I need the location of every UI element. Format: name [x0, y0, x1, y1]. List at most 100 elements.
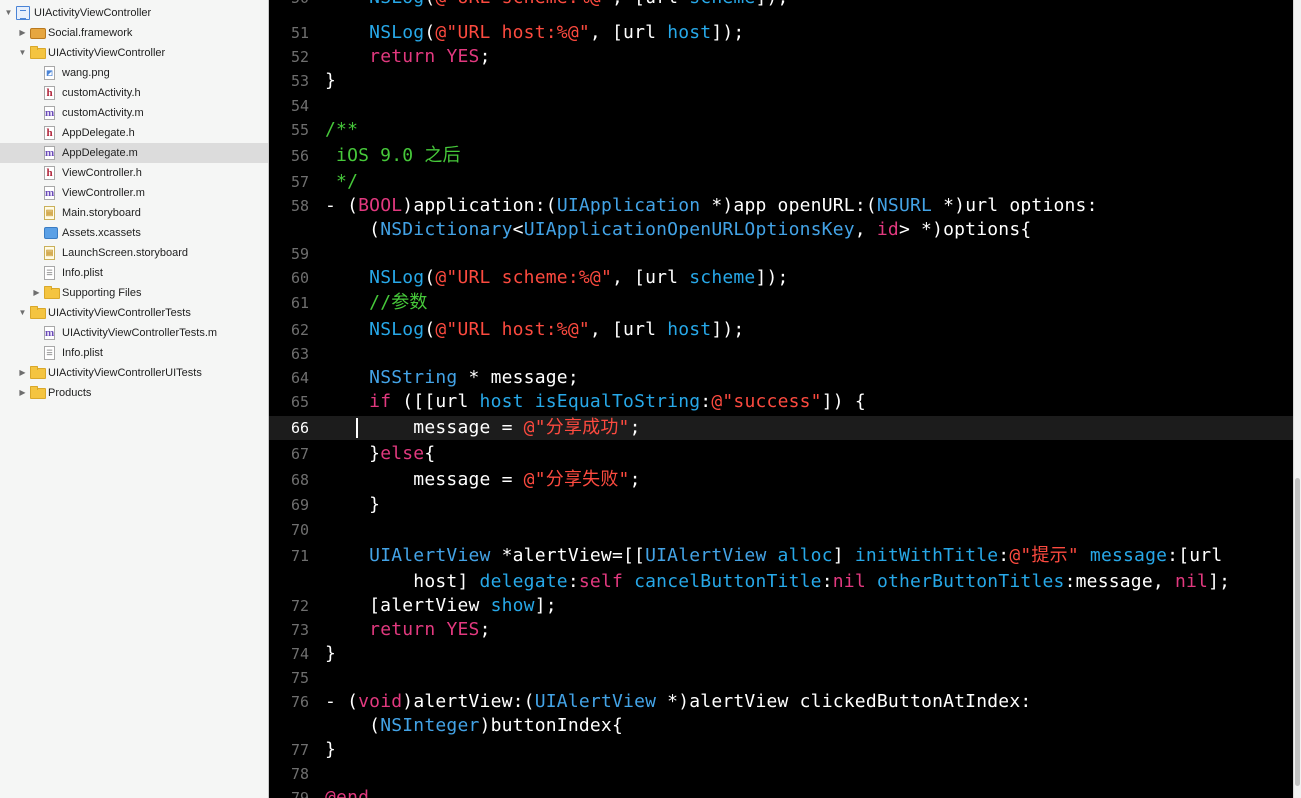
- scrollbar-thumb[interactable]: [1295, 478, 1300, 786]
- code-token-plain: }: [325, 643, 337, 664]
- code-line-73[interactable]: 73 return YES;: [269, 618, 1293, 642]
- code-line-79[interactable]: 79 @end: [269, 786, 1293, 798]
- code-text[interactable]: (NSInteger)buttonIndex{: [325, 714, 623, 738]
- code-line-continuation[interactable]: (NSDictionary<UIApplicationOpenURLOption…: [269, 218, 1293, 242]
- navigator-item[interactable]: ▶ Supporting Files: [0, 283, 268, 303]
- code-text[interactable]: return YES;: [325, 618, 491, 642]
- code-text[interactable]: if ([[url host isEqualToString:@"success…: [325, 390, 866, 414]
- code-text[interactable]: NSLog(@"URL scheme:%@", [url scheme]);: [325, 266, 789, 290]
- code-text[interactable]: (NSDictionary<UIApplicationOpenURLOption…: [325, 218, 1031, 242]
- code-line-50[interactable]: 50 NSLog(@"URL scheme:%@", [url scheme])…: [269, 0, 1293, 10]
- code-text[interactable]: host] delegate:self cancelButtonTitle:ni…: [325, 570, 1230, 594]
- code-line-66[interactable]: 66 message = @"分享成功";: [269, 416, 1293, 440]
- navigator-item[interactable]: ☰ Info.plist: [0, 263, 268, 283]
- code-line-65[interactable]: 65 if ([[url host isEqualToString:@"succ…: [269, 390, 1293, 414]
- navigator-item-label: Info.plist: [62, 267, 103, 279]
- navigator-item[interactable]: ▶ Social.framework: [0, 23, 268, 43]
- code-text[interactable]: iOS 9.0 之后: [325, 144, 461, 168]
- disclosure-closed-icon[interactable]: ▶: [18, 388, 27, 397]
- navigator-item[interactable]: ▶ Products: [0, 383, 268, 403]
- code-text[interactable]: }: [325, 642, 336, 666]
- code-text[interactable]: message = @"分享失败";: [325, 468, 641, 492]
- navigator-item[interactable]: ▤ LaunchScreen.storyboard: [0, 243, 268, 263]
- code-line-57[interactable]: 57 */: [269, 170, 1293, 194]
- code-text[interactable]: }else{: [325, 442, 435, 466]
- code-line-continuation[interactable]: host] delegate:self cancelButtonTitle:ni…: [269, 570, 1293, 594]
- disclosure-open-icon[interactable]: ▼: [4, 8, 13, 17]
- navigator-item[interactable]: h ViewController.h: [0, 163, 268, 183]
- code-line-75[interactable]: 75: [269, 666, 1293, 690]
- code-line-70[interactable]: 70: [269, 518, 1293, 542]
- navigator-item[interactable]: ▼ UIActivityViewController: [0, 3, 268, 23]
- code-text[interactable]: - (BOOL)application:(UIApplication *)app…: [325, 194, 1098, 218]
- code-token-string: @"URL host:%@": [435, 319, 590, 340]
- code-line-51[interactable]: 51 NSLog(@"URL host:%@", [url host]);: [269, 21, 1293, 45]
- code-line-59[interactable]: 59: [269, 242, 1293, 266]
- disclosure-open-icon[interactable]: ▼: [18, 308, 27, 317]
- storyboard-file-icon: ▤: [44, 246, 55, 260]
- code-text[interactable]: }: [325, 69, 336, 93]
- code-text[interactable]: return YES;: [325, 45, 491, 69]
- code-line-62[interactable]: 62 NSLog(@"URL host:%@", [url host]);: [269, 318, 1293, 342]
- code-line-68[interactable]: 68 message = @"分享失败";: [269, 468, 1293, 492]
- code-line-67[interactable]: 67 }else{: [269, 442, 1293, 466]
- navigator-item[interactable]: h customActivity.h: [0, 83, 268, 103]
- disclosure-closed-icon[interactable]: ▶: [18, 368, 27, 377]
- code-text[interactable]: NSLog(@"URL host:%@", [url host]);: [325, 318, 744, 342]
- code-line-52[interactable]: 52 return YES;: [269, 45, 1293, 69]
- disclosure-closed-icon[interactable]: ▶: [32, 288, 41, 297]
- code-line-53[interactable]: 53}: [269, 69, 1293, 93]
- code-line-60[interactable]: 60 NSLog(@"URL scheme:%@", [url scheme])…: [269, 266, 1293, 290]
- code-line-71[interactable]: 71 UIAlertView *alertView=[[UIAlertView …: [269, 544, 1293, 568]
- source-editor[interactable]: 50 NSLog(@"URL scheme:%@", [url scheme])…: [269, 0, 1293, 798]
- navigator-item[interactable]: Assets.xcassets: [0, 223, 268, 243]
- navigator-item[interactable]: m ViewController.m: [0, 183, 268, 203]
- code-text[interactable]: - (void)alertView:(UIAlertView *)alertVi…: [325, 690, 1031, 714]
- code-line-58[interactable]: 58 - (BOOL)application:(UIApplication *)a…: [269, 194, 1293, 218]
- code-line-54[interactable]: 54: [269, 94, 1293, 118]
- code-text[interactable]: //参数: [325, 291, 428, 315]
- code-text[interactable]: NSLog(@"URL scheme:%@", [url scheme]);: [325, 0, 789, 10]
- code-line-55[interactable]: 55 /**: [269, 118, 1293, 142]
- code-token-plain: }: [325, 494, 381, 515]
- code-text[interactable]: }: [325, 493, 380, 517]
- code-text[interactable]: UIAlertView *alertView=[[UIAlertView all…: [325, 544, 1222, 568]
- code-line-77[interactable]: 77}: [269, 738, 1293, 762]
- code-line-61[interactable]: 61 //参数: [269, 291, 1293, 315]
- code-text[interactable]: [alertView show];: [325, 594, 557, 618]
- code-line-continuation[interactable]: (NSInteger)buttonIndex{: [269, 714, 1293, 738]
- code-line-74[interactable]: 74}: [269, 642, 1293, 666]
- disclosure-open-icon[interactable]: ▼: [18, 48, 27, 57]
- line-number: 58: [290, 197, 309, 215]
- code-text[interactable]: }: [325, 738, 336, 762]
- code-token-string: @"success": [711, 391, 822, 412]
- navigator-item[interactable]: m AppDelegate.m: [0, 143, 268, 163]
- navigator-item[interactable]: ▼ UIActivityViewController: [0, 43, 268, 63]
- disclosure-closed-icon[interactable]: ▶: [18, 28, 27, 37]
- code-text[interactable]: NSLog(@"URL host:%@", [url host]);: [325, 21, 744, 45]
- navigator-item[interactable]: m customActivity.m: [0, 103, 268, 123]
- navigator-item[interactable]: m UIActivityViewControllerTests.m: [0, 323, 268, 343]
- code-text[interactable]: message = @"分享成功";: [325, 416, 641, 440]
- code-line-63[interactable]: 63: [269, 342, 1293, 366]
- code-text[interactable]: @end: [325, 786, 369, 798]
- code-text[interactable]: */: [325, 170, 358, 194]
- navigator-item[interactable]: ▤ Main.storyboard: [0, 203, 268, 223]
- code-line-56[interactable]: 56 iOS 9.0 之后: [269, 144, 1293, 168]
- navigator-item-label: LaunchScreen.storyboard: [62, 247, 188, 259]
- code-line-78[interactable]: 78: [269, 762, 1293, 786]
- code-line-76[interactable]: 76 - (void)alertView:(UIAlertView *)alert…: [269, 690, 1293, 714]
- code-text[interactable]: /**: [325, 118, 358, 142]
- code-line-64[interactable]: 64 NSString * message;: [269, 366, 1293, 390]
- navigator-item[interactable]: h AppDelegate.h: [0, 123, 268, 143]
- navigator-item[interactable]: ☰ Info.plist: [0, 343, 268, 363]
- code-line-69[interactable]: 69 }: [269, 493, 1293, 517]
- navigator-item[interactable]: ▼ UIActivityViewControllerTests: [0, 303, 268, 323]
- code-text[interactable]: NSString * message;: [325, 366, 579, 390]
- editor-scrollbar[interactable]: [1293, 0, 1301, 798]
- code-line-72[interactable]: 72 [alertView show];: [269, 594, 1293, 618]
- navigator-item[interactable]: ▶ UIActivityViewControllerUITests: [0, 363, 268, 383]
- navigator-item[interactable]: ◩ wang.png: [0, 63, 268, 83]
